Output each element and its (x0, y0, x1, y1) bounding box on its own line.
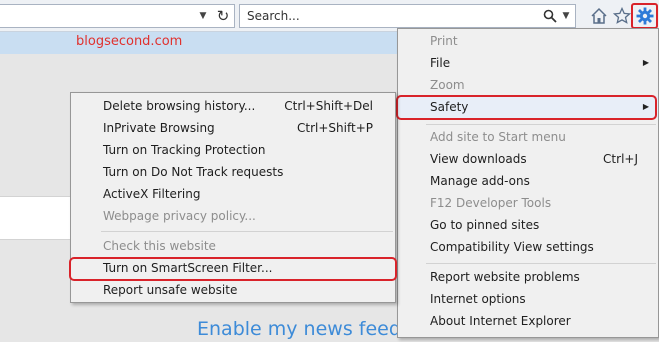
menu-separator (426, 124, 656, 125)
menu-item-check-website[interactable]: Check this website (71, 235, 395, 257)
menu-item-delete-history[interactable]: Delete browsing history... Ctrl+Shift+De… (71, 95, 395, 117)
menu-separator (426, 263, 656, 264)
address-bar[interactable]: ▼ ↻ (0, 4, 235, 28)
smartscreen-highlight-box (69, 257, 397, 281)
news-feed-link[interactable]: Enable my news feed (197, 318, 401, 340)
submenu-arrow-icon: ▶ (642, 58, 649, 67)
favorites-star-icon[interactable] (611, 5, 633, 27)
search-dropdown-icon[interactable]: ▼ (559, 6, 573, 26)
menu-item-pinned-sites[interactable]: Go to pinned sites (398, 214, 658, 236)
menu-item-print[interactable]: Print (398, 30, 658, 52)
menu-item-f12-dev-tools[interactable]: F12 Developer Tools (398, 192, 658, 214)
menu-item-do-not-track[interactable]: Turn on Do Not Track requests (71, 161, 395, 183)
gear-highlight-box (631, 3, 658, 29)
menu-item-add-site-to-start[interactable]: Add site to Start menu (398, 126, 658, 148)
menu-item-tracking-protection[interactable]: Turn on Tracking Protection (71, 139, 395, 161)
menu-item-report-unsafe[interactable]: Report unsafe website (71, 279, 395, 301)
menu-item-about-ie[interactable]: About Internet Explorer (398, 310, 658, 332)
menu-item-internet-options[interactable]: Internet options (398, 288, 658, 310)
home-icon[interactable] (588, 5, 610, 27)
shortcut-label: Ctrl+J (603, 152, 638, 166)
menu-item-zoom[interactable]: Zoom (398, 74, 658, 96)
menu-item-inprivate[interactable]: InPrivate Browsing Ctrl+Shift+P (71, 117, 395, 139)
menu-item-manage-addons[interactable]: Manage add-ons (398, 170, 658, 192)
menu-item-compat-view[interactable]: Compatibility View settings (398, 236, 658, 258)
safety-highlight-box (396, 95, 657, 120)
watermark: blogsecond.com (76, 34, 183, 49)
menu-separator (101, 231, 393, 232)
menu-item-privacy-policy[interactable]: Webpage privacy policy... (71, 205, 395, 227)
safety-submenu: Delete browsing history... Ctrl+Shift+De… (69, 92, 397, 303)
menu-item-activex-filtering[interactable]: ActiveX Filtering (71, 183, 395, 205)
search-placeholder: Search... (247, 9, 300, 23)
menu-item-view-downloads[interactable]: View downloads Ctrl+J (398, 148, 658, 170)
search-icon[interactable] (540, 6, 560, 26)
refresh-icon[interactable]: ↻ (213, 6, 233, 26)
menu-item-report-problems[interactable]: Report website problems (398, 266, 658, 288)
shortcut-label: Ctrl+Shift+P (297, 121, 373, 135)
shortcut-label: Ctrl+Shift+Del (284, 99, 373, 113)
page-white-strip (0, 196, 70, 240)
address-dropdown-icon[interactable]: ▼ (196, 7, 210, 25)
tools-menu: Print File ▶ Zoom Safety ▶ Add site to S… (396, 28, 659, 338)
menu-item-file[interactable]: File ▶ (398, 52, 658, 74)
search-input[interactable]: Search... ▼ (239, 4, 576, 28)
